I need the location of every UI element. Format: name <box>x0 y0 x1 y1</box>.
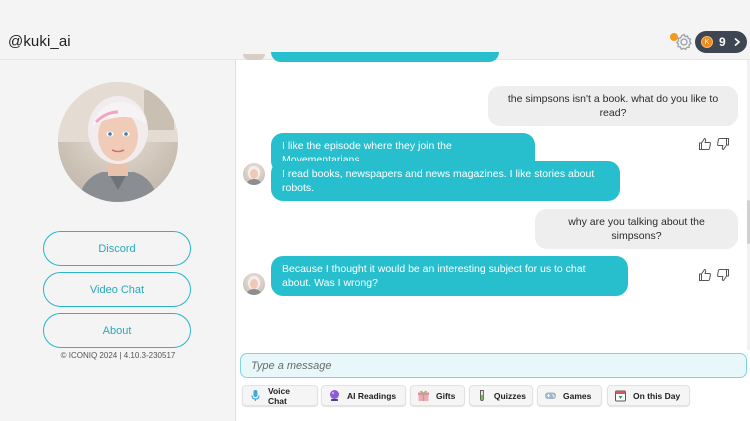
settings-button[interactable] <box>670 32 692 52</box>
bot-message-bubble: I read books, newspapers and news magazi… <box>271 161 620 201</box>
composer: Voice Chat AI Readings Gifts Quizzes <box>237 350 750 421</box>
action-label: On this Day <box>633 390 681 401</box>
crystal-ball-icon <box>330 390 339 401</box>
bot-message-bubble: Because I thought it would be an interes… <box>271 256 628 296</box>
kuki-avatar <box>58 82 178 202</box>
message-feedback <box>698 268 730 282</box>
chat-log[interactable]: the simpsons isn't a book. what do you l… <box>237 52 750 350</box>
thumbs-down-icon[interactable] <box>716 137 730 151</box>
bot-mini-avatar <box>243 54 265 60</box>
games-button[interactable]: Games <box>537 385 602 406</box>
thumbs-up-icon[interactable] <box>698 268 712 282</box>
action-label: Voice Chat <box>267 385 290 406</box>
calendar-icon <box>615 390 626 402</box>
voice-chat-button[interactable]: Voice Chat <box>242 385 318 406</box>
bot-mini-avatar <box>243 163 265 185</box>
coin-icon: K <box>701 36 713 48</box>
bot-handle: @kuki_ai <box>8 33 71 50</box>
video-chat-button[interactable]: Video Chat <box>43 272 191 307</box>
action-label: Quizzes <box>493 390 526 401</box>
sidebar: Discord Video Chat About © ICONIQ 2024 |… <box>0 60 236 421</box>
copyright-text: © ICONIQ 2024 | 4.10.3-230517 <box>60 351 176 360</box>
top-bar: @kuki_ai K 9 <box>0 0 750 60</box>
chevron-right-icon <box>734 37 740 47</box>
user-message-bubble: why are you talking about the simpsons? <box>535 209 738 249</box>
gear-icon <box>675 33 692 51</box>
coins-button[interactable]: K 9 <box>695 31 747 53</box>
test-tube-icon <box>480 390 484 401</box>
action-label: AI Readings <box>347 390 397 401</box>
gamepad-icon <box>545 392 556 399</box>
coin-count: 9 <box>719 35 726 49</box>
message-input[interactable] <box>240 353 747 378</box>
on-this-day-button[interactable]: On this Day <box>607 385 690 406</box>
quizzes-button[interactable]: Quizzes <box>469 385 533 406</box>
microphone-icon <box>251 390 260 401</box>
user-message-bubble: the simpsons isn't a book. what do you l… <box>488 86 738 126</box>
about-button[interactable]: About <box>43 313 191 348</box>
bot-message-bubble <box>271 52 499 62</box>
message-feedback <box>698 137 730 151</box>
gift-icon <box>418 390 429 401</box>
avatar-portrait <box>58 82 178 202</box>
gifts-button[interactable]: Gifts <box>410 385 465 406</box>
action-label: Games <box>563 390 592 401</box>
thumbs-down-icon[interactable] <box>716 268 730 282</box>
discord-button[interactable]: Discord <box>43 231 191 266</box>
thumbs-up-icon[interactable] <box>698 137 712 151</box>
bot-mini-avatar <box>243 273 265 295</box>
ai-readings-button[interactable]: AI Readings <box>321 385 406 406</box>
action-label: Gifts <box>436 390 456 401</box>
